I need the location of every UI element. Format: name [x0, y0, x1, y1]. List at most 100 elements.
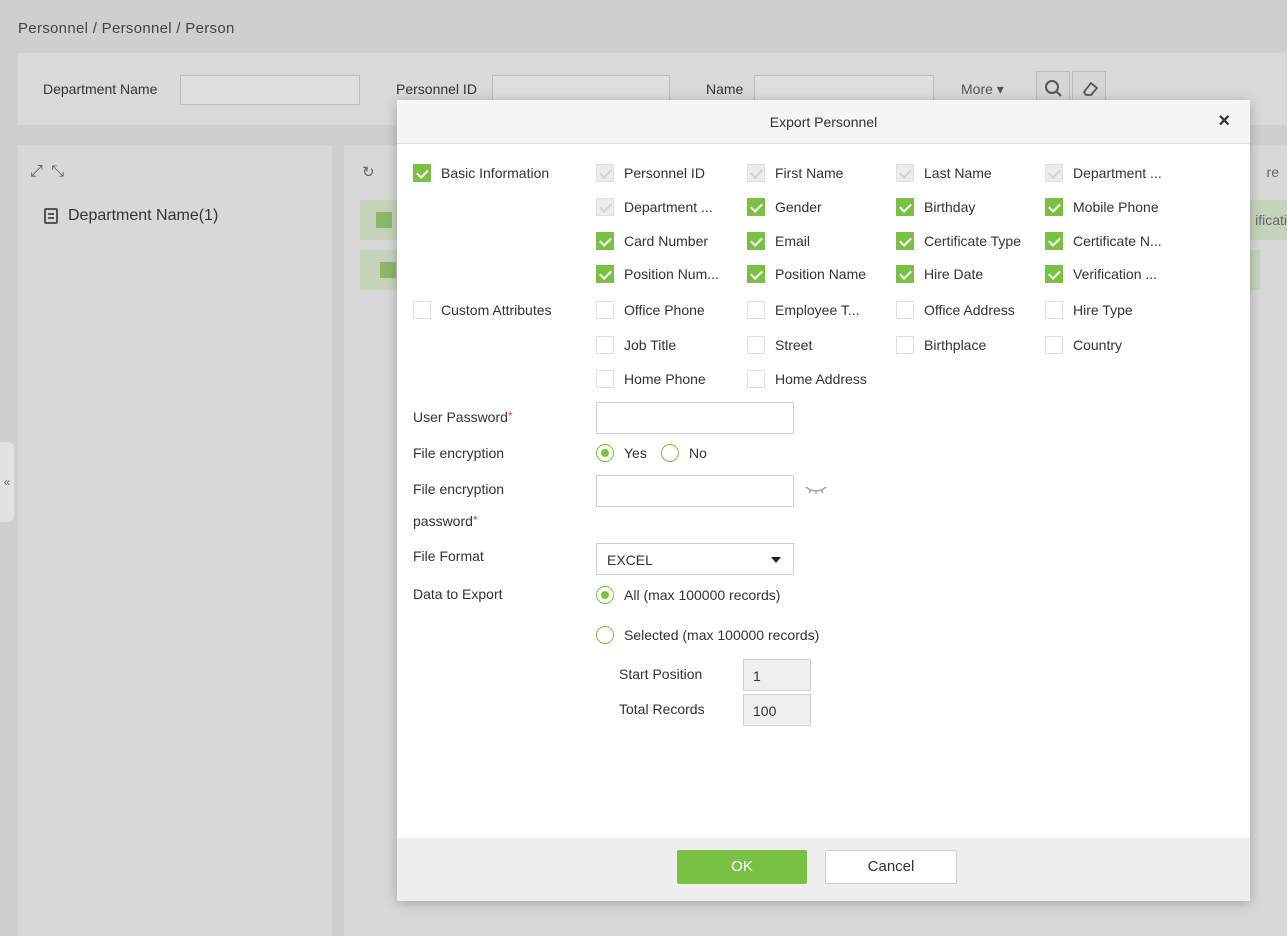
field-department-1: Department ...	[1045, 164, 1162, 182]
caret-down-icon	[771, 557, 781, 563]
checkbox-box	[413, 164, 431, 182]
radio-dot	[596, 586, 614, 604]
export-all-radio[interactable]: All (max 100000 records)	[596, 586, 780, 604]
basic-information-checkbox[interactable]: Basic Information	[413, 164, 549, 182]
field-office-address[interactable]: Office Address	[896, 301, 1015, 319]
field-email[interactable]: Email	[747, 232, 810, 250]
radio-label: Yes	[624, 445, 647, 461]
field-employee-type[interactable]: Employee T...	[747, 301, 860, 319]
field-first-name: First Name	[747, 164, 843, 182]
field-street[interactable]: Street	[747, 336, 812, 354]
grid-header-fragment: re	[1266, 164, 1279, 180]
field-gender[interactable]: Gender	[747, 198, 822, 216]
total-records-label: Total Records	[619, 701, 705, 717]
field-position-number[interactable]: Position Num...	[596, 265, 719, 283]
field-label: Verification ...	[1073, 266, 1158, 282]
close-icon[interactable]: ×	[1218, 110, 1230, 133]
field-mobile-phone[interactable]: Mobile Phone	[1045, 198, 1159, 216]
grid-cell-fragment: ificati	[1255, 212, 1287, 228]
field-verification[interactable]: Verification ...	[1045, 265, 1157, 283]
checkbox-box	[896, 232, 914, 250]
checkbox-box	[596, 232, 614, 250]
field-hire-type[interactable]: Hire Type	[1045, 301, 1133, 319]
department-name-input[interactable]	[180, 75, 360, 105]
export-selected-radio[interactable]: Selected (max 100000 records)	[596, 626, 819, 644]
field-label: Office Address	[924, 302, 1015, 318]
row-checkbox[interactable]	[376, 212, 392, 228]
field-certificate-number[interactable]: Certificate N...	[1045, 232, 1162, 250]
file-format-select[interactable]: EXCEL	[596, 543, 794, 575]
more-dropdown[interactable]: More ▾	[961, 81, 1004, 98]
checkbox-box	[1045, 232, 1063, 250]
encryption-yes-radio[interactable]: Yes	[596, 444, 647, 462]
checkbox-box	[747, 198, 765, 216]
checkbox-box	[896, 301, 914, 319]
custom-attributes-label: Custom Attributes	[441, 302, 552, 318]
field-certificate-type[interactable]: Certificate Type	[896, 232, 1021, 250]
field-office-phone[interactable]: Office Phone	[596, 301, 705, 319]
checkbox-box	[1045, 301, 1063, 319]
field-label: Hire Type	[1073, 302, 1133, 318]
field-hire-date[interactable]: Hire Date	[896, 265, 983, 283]
field-label: Card Number	[624, 233, 709, 249]
file-encryption-password-input[interactable]	[596, 475, 794, 507]
checkbox-box	[413, 301, 431, 319]
field-label: Mobile Phone	[1073, 199, 1159, 215]
field-home-phone[interactable]: Home Phone	[596, 370, 706, 388]
tree-item-department[interactable]: Department Name(1)	[44, 207, 218, 225]
radio-dot	[596, 626, 614, 644]
collapse-sidebar-tab[interactable]: «	[0, 442, 14, 522]
field-position-name[interactable]: Position Name	[747, 265, 866, 283]
field-birthday[interactable]: Birthday	[896, 198, 975, 216]
expand-collapse-icons[interactable]: ⤢ ⤡	[30, 163, 66, 181]
field-label: Position Num...	[624, 266, 719, 282]
field-label: Email	[775, 233, 811, 249]
field-label: Street	[775, 337, 813, 353]
radio-label: All (max 100000 records)	[624, 587, 781, 603]
checkbox-box	[747, 370, 765, 388]
checkbox-box	[747, 232, 765, 250]
radio-label: No	[689, 445, 707, 461]
total-records-input[interactable]: 100	[743, 694, 811, 726]
checkbox-box	[596, 265, 614, 283]
custom-attributes-checkbox[interactable]: Custom Attributes	[413, 301, 552, 319]
field-home-address[interactable]: Home Address	[747, 370, 867, 388]
field-country[interactable]: Country	[1045, 336, 1122, 354]
start-position-input[interactable]: 1	[743, 659, 811, 691]
cancel-button[interactable]: Cancel	[825, 850, 957, 884]
field-birthplace[interactable]: Birthplace	[896, 336, 986, 354]
dialog-body: Basic Information Personnel ID First Nam…	[397, 144, 1250, 838]
checkbox-box	[747, 164, 765, 182]
radio-dot	[661, 444, 679, 462]
field-label: Certificate Type	[924, 233, 1022, 249]
eye-hidden-icon[interactable]	[805, 484, 827, 494]
refresh-icon[interactable]: ↻	[362, 163, 375, 181]
field-label: Gender	[775, 199, 822, 215]
basic-information-label: Basic Information	[441, 165, 550, 181]
file-encryption-password-label-line1: File encryption	[413, 481, 505, 497]
file-format-label: File Format	[413, 548, 484, 564]
ok-button[interactable]: OK	[677, 850, 807, 884]
breadcrumb: Personnel / Personnel / Person	[18, 20, 235, 37]
user-password-text: User Password	[413, 409, 508, 425]
checkbox-box	[896, 198, 914, 216]
dialog-header: Export Personnel ×	[397, 100, 1250, 144]
tree-item-label: Department Name(1)	[68, 207, 219, 224]
field-job-title[interactable]: Job Title	[596, 336, 676, 354]
field-label: Department ...	[624, 199, 713, 215]
export-personnel-dialog: Export Personnel × Basic Information Per…	[397, 100, 1250, 901]
checkbox-box	[1045, 265, 1063, 283]
checkbox-box	[747, 265, 765, 283]
user-password-input[interactable]	[596, 402, 794, 434]
row-checkbox[interactable]	[380, 262, 396, 278]
department-name-label: Department Name	[43, 81, 158, 97]
checkbox-box	[747, 336, 765, 354]
encryption-no-radio[interactable]: No	[661, 444, 707, 462]
field-label: Birthplace	[924, 337, 987, 353]
field-label: Job Title	[624, 337, 677, 353]
field-personnel-id: Personnel ID	[596, 164, 705, 182]
field-label: Country	[1073, 337, 1123, 353]
field-card-number[interactable]: Card Number	[596, 232, 708, 250]
dialog-footer: OK Cancel	[397, 838, 1250, 901]
radio-label: Selected (max 100000 records)	[624, 627, 820, 643]
